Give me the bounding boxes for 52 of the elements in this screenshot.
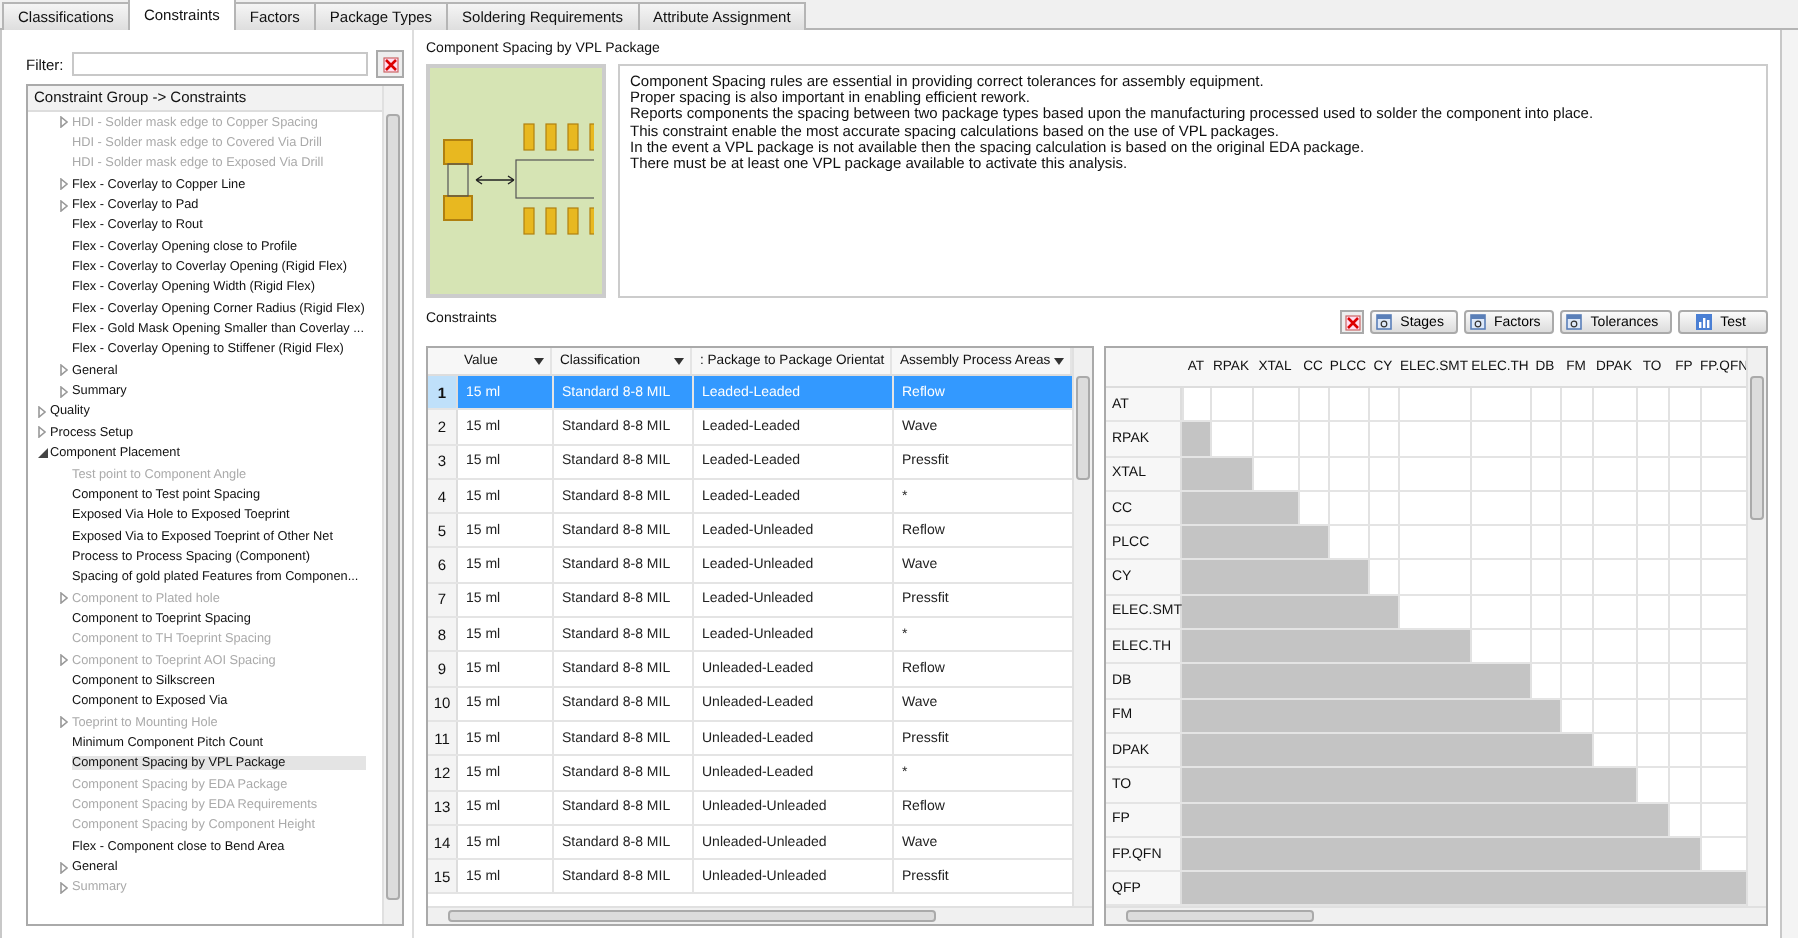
- caret-icon: [534, 357, 544, 365]
- scrollbar[interactable]: [1746, 348, 1766, 907]
- expanded-arrow-icon[interactable]: [37, 448, 47, 459]
- window-icon: [1566, 314, 1583, 330]
- clear-filter-button[interactable]: [376, 50, 404, 78]
- collapsed-arrow-icon[interactable]: [60, 861, 68, 874]
- collapsed-arrow-icon[interactable]: [60, 364, 68, 377]
- matrix-cell[interactable]: [1182, 872, 1210, 905]
- matrix-cell[interactable]: [1252, 491, 1298, 525]
- matrix-cell[interactable]: [1668, 837, 1700, 871]
- matrix-cell[interactable]: [1182, 526, 1210, 559]
- clear-icon: [1343, 313, 1362, 331]
- matrix-cell[interactable]: [1182, 664, 1210, 698]
- clear-button[interactable]: [1340, 310, 1365, 334]
- matrix-cell[interactable]: [1398, 630, 1470, 663]
- matrix-cell[interactable]: [1636, 803, 1668, 836]
- matrix-cell[interactable]: [1182, 560, 1210, 594]
- window-icon: [1469, 314, 1486, 330]
- scrollbar[interactable]: [1072, 348, 1092, 907]
- caret-icon: [1054, 357, 1064, 365]
- matrix-cell[interactable]: [1470, 664, 1530, 698]
- collapsed-arrow-icon[interactable]: [38, 405, 46, 418]
- matrix-cell[interactable]: [1700, 872, 1746, 905]
- matrix-cell[interactable]: [1182, 768, 1210, 802]
- scrollbar[interactable]: [428, 906, 1092, 925]
- collapsed-arrow-icon[interactable]: [38, 426, 46, 439]
- matrix-cell[interactable]: [1298, 526, 1328, 559]
- matrix-cell[interactable]: [1560, 733, 1592, 767]
- filter-field[interactable]: [71, 52, 368, 76]
- window-icon: [1376, 314, 1393, 330]
- matrix-cell[interactable]: [1182, 733, 1210, 767]
- matrix-cell[interactable]: [1182, 457, 1210, 490]
- matrix-cell[interactable]: [1182, 803, 1210, 836]
- matrix-cell[interactable]: [1182, 491, 1210, 525]
- matrix-cell[interactable]: [1182, 595, 1210, 629]
- matrix-cell[interactable]: [1182, 422, 1210, 456]
- matrix-cell[interactable]: [1210, 457, 1252, 490]
- scrollbar[interactable]: [1106, 906, 1766, 925]
- matrix-cell[interactable]: [1182, 699, 1210, 732]
- collapsed-arrow-icon[interactable]: [60, 178, 68, 191]
- clear-icon: [381, 55, 399, 73]
- matrix-cell[interactable]: [1182, 837, 1210, 871]
- matrix-cell[interactable]: [1592, 768, 1636, 802]
- matrix-cell[interactable]: [1368, 595, 1398, 629]
- scrollbar[interactable]: [382, 86, 402, 925]
- collapsed-arrow-icon[interactable]: [60, 385, 68, 398]
- matrix-cell[interactable]: [1530, 699, 1560, 732]
- chart-icon: [1696, 314, 1713, 330]
- matrix-cell[interactable]: [1182, 630, 1210, 663]
- matrix-cell[interactable]: [1328, 560, 1368, 594]
- collapsed-arrow-icon[interactable]: [60, 199, 68, 212]
- caret-icon: [674, 357, 684, 365]
